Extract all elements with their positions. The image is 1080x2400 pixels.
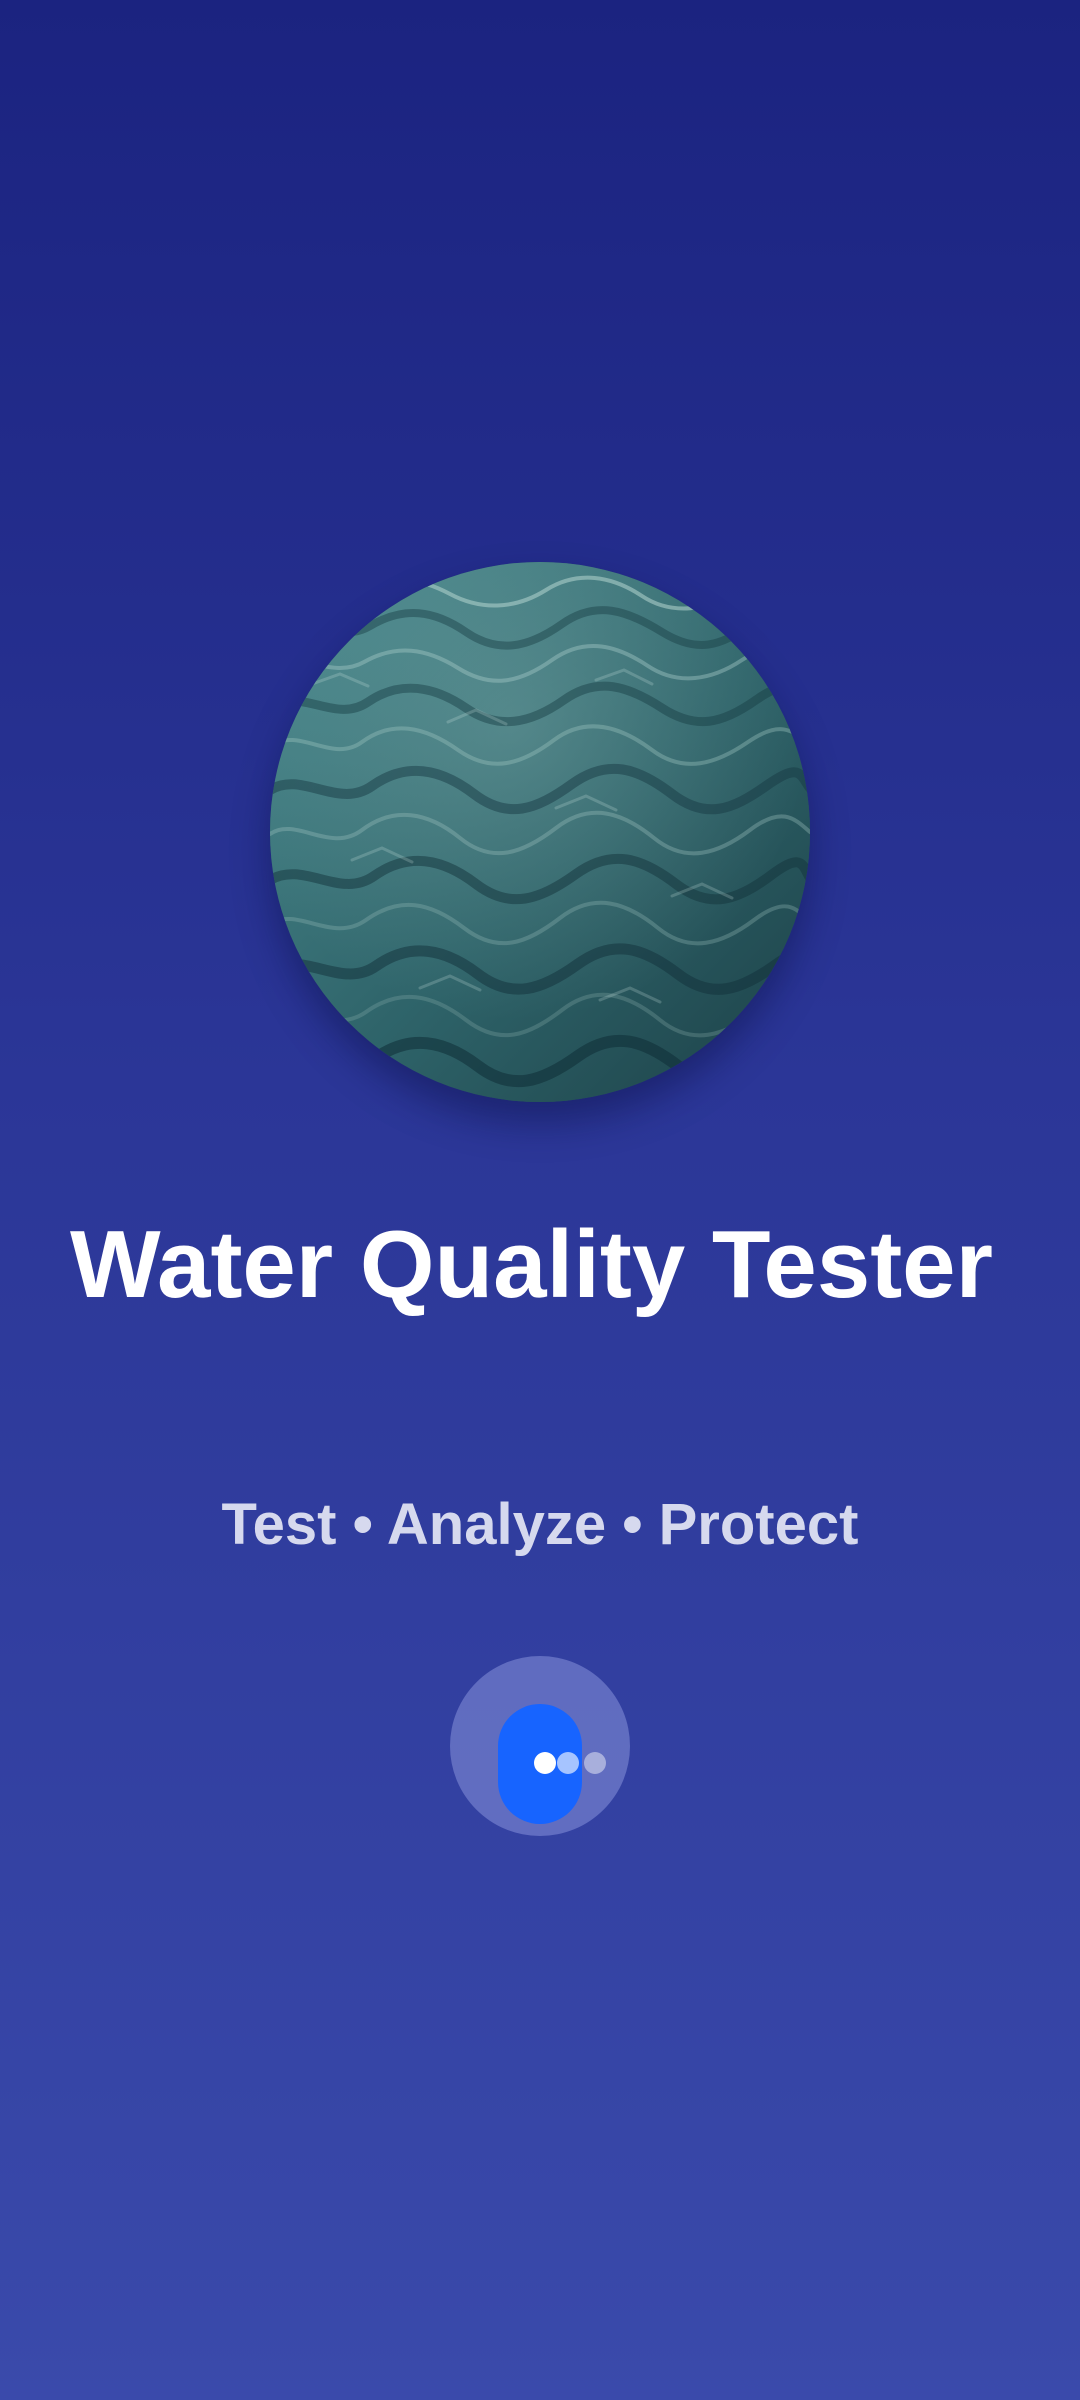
loading-indicator [450,1656,630,1836]
splash-screen: Water Quality Tester Test • Analyze • Pr… [0,0,1080,2400]
app-tagline: Test • Analyze • Protect [221,1492,859,1557]
water-surface-illustration [270,562,810,1102]
loading-dot [534,1752,556,1774]
loading-dot [557,1752,579,1774]
app-title: Water Quality Tester [70,1211,993,1318]
water-surface-image [270,562,810,1102]
loading-dot [584,1752,606,1774]
